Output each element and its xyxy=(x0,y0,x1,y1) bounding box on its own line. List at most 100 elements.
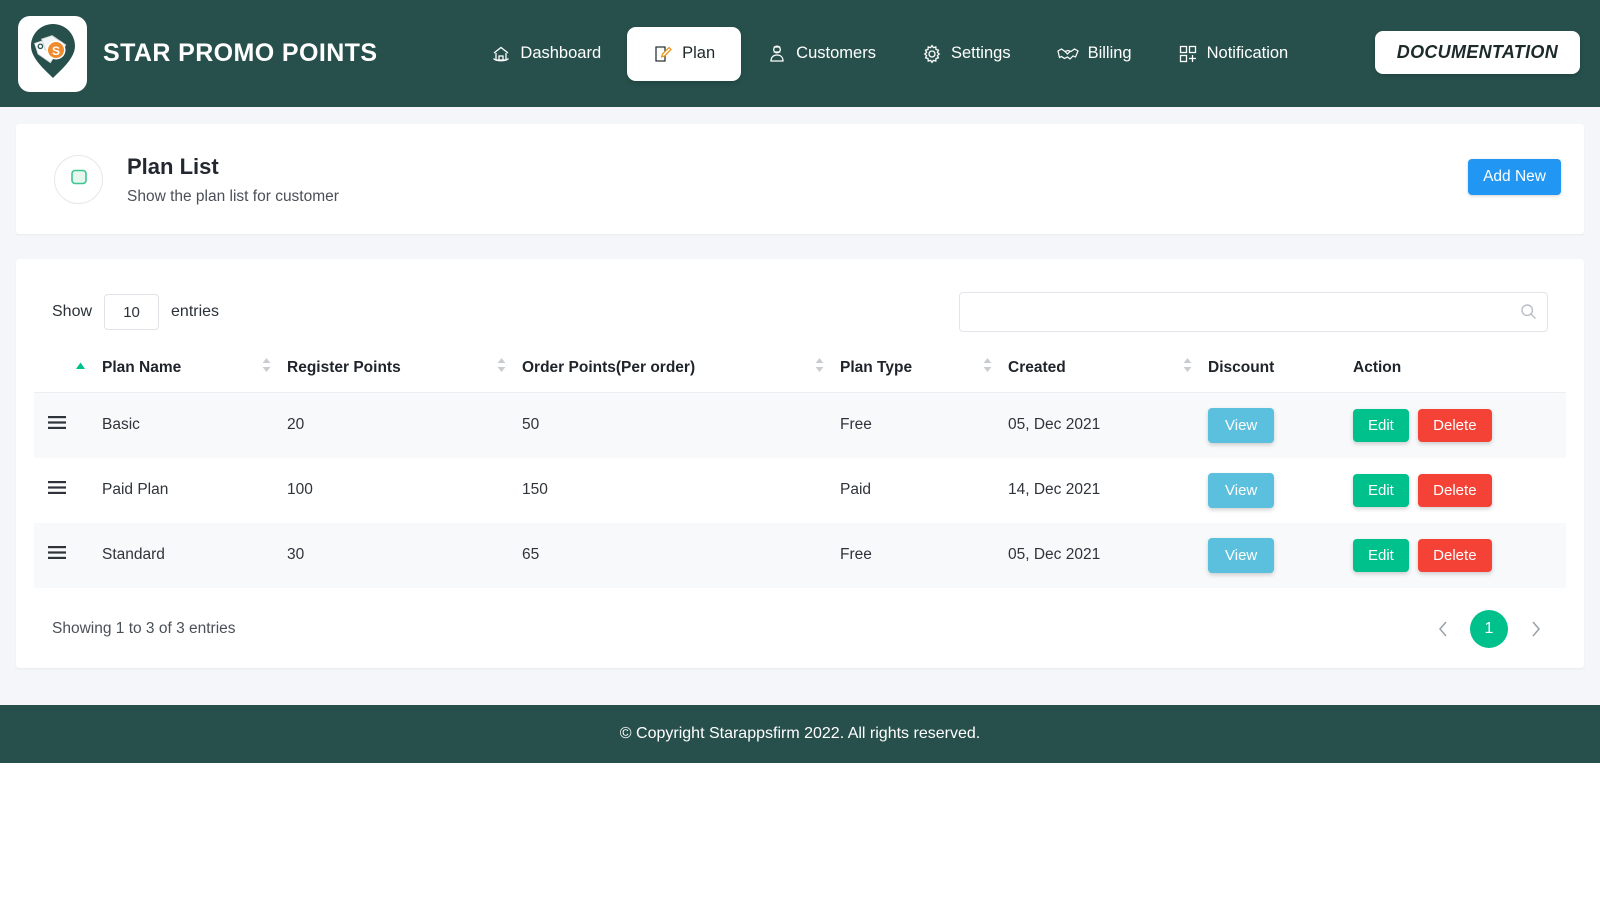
brand[interactable]: S STAR PROMO POINTS xyxy=(18,15,377,92)
row-drag-handle[interactable] xyxy=(34,523,94,588)
column-label-register-points: Register Points xyxy=(287,358,401,376)
column-label-plan-type: Plan Type xyxy=(840,358,913,376)
show-label: Show xyxy=(52,303,93,320)
nav-label-notification: Notification xyxy=(1206,44,1289,62)
copyright-text: © Copyright Starappsfirm 2022. All right… xyxy=(619,725,981,742)
top-navigation-bar: S STAR PROMO POINTS Dashboard Plan Custo… xyxy=(0,0,1600,107)
chevron-right-icon[interactable] xyxy=(1522,616,1548,642)
edit-button[interactable]: Edit xyxy=(1353,538,1409,572)
page-header-text: Plan List Show the plan list for custome… xyxy=(127,152,339,207)
column-label-discount: Discount xyxy=(1208,358,1275,376)
plan-table-card: Show entries xyxy=(16,259,1584,668)
sort-both-icon xyxy=(497,357,506,378)
nav-label-settings: Settings xyxy=(950,44,1011,62)
view-discount-button[interactable]: View xyxy=(1208,407,1275,443)
chevron-left-icon[interactable] xyxy=(1430,616,1456,642)
gear-icon xyxy=(922,43,942,64)
add-new-button[interactable]: Add New xyxy=(1468,159,1561,195)
table-toolbar: Show entries xyxy=(34,283,1566,341)
cell-order-points: 150 xyxy=(522,481,548,498)
column-header-action: Action xyxy=(1345,346,1566,393)
column-header-register-points[interactable]: Register Points xyxy=(279,346,514,393)
show-entries-control: Show entries xyxy=(52,294,219,330)
edit-button[interactable]: Edit xyxy=(1353,473,1409,507)
sort-asc-active-icon xyxy=(75,359,86,377)
rounded-square-icon xyxy=(68,166,90,193)
column-header-created[interactable]: Created xyxy=(1000,346,1200,393)
cell-discount: View xyxy=(1200,393,1345,458)
dashboard-home-icon xyxy=(491,44,511,64)
pagination: 1 xyxy=(1430,609,1548,648)
app-logo-tile: S xyxy=(18,15,87,92)
column-header-plan-type[interactable]: Plan Type xyxy=(832,346,1000,393)
nav-item-billing[interactable]: Billing xyxy=(1037,33,1152,74)
page-bottom-spacer xyxy=(0,763,1600,900)
customers-person-icon xyxy=(767,44,787,64)
column-header-plan-name[interactable]: Plan Name xyxy=(94,346,279,393)
cell-plan-name: Basic xyxy=(102,416,140,434)
nav-label-dashboard: Dashboard xyxy=(520,44,602,62)
sort-both-icon xyxy=(262,357,271,378)
cell-action: Edit Delete xyxy=(1345,458,1566,523)
sort-both-icon xyxy=(983,357,992,378)
delete-button[interactable]: Delete xyxy=(1418,538,1492,572)
cell-plan-type: Free xyxy=(840,416,872,434)
cell-order-points: 65 xyxy=(522,546,540,563)
plan-table-head: Plan Name Register Points Order Points(P… xyxy=(34,346,1566,393)
column-header-handle[interactable] xyxy=(34,346,94,393)
view-discount-button[interactable]: View xyxy=(1208,472,1275,508)
column-header-order-points[interactable]: Order Points(Per order) xyxy=(514,346,832,393)
table-row: Paid Plan 100 150 Paid 14, Dec 2021 View… xyxy=(34,457,1566,523)
column-label-plan-name: Plan Name xyxy=(102,358,182,376)
edit-button[interactable]: Edit xyxy=(1353,408,1409,442)
column-label-order-points: Order Points(Per order) xyxy=(522,358,696,376)
table-row: Basic 20 50 Free 05, Dec 2021 View Edit … xyxy=(34,392,1566,458)
search-container xyxy=(959,292,1548,332)
table-row: Standard 30 65 Free 05, Dec 2021 View Ed… xyxy=(34,522,1566,588)
page-header-icon-circle xyxy=(54,154,103,204)
nav-item-notification[interactable]: Notification xyxy=(1158,33,1309,75)
sort-both-icon xyxy=(1183,357,1192,378)
sort-both-icon xyxy=(815,357,824,378)
main-content: Plan List Show the plan list for custome… xyxy=(0,107,1600,705)
page-header-card: Plan List Show the plan list for custome… xyxy=(16,124,1584,234)
cell-plan-name: Standard xyxy=(102,546,165,563)
cell-action: Edit Delete xyxy=(1345,523,1566,588)
nav-label-billing: Billing xyxy=(1087,44,1132,62)
nav-label-customers: Customers xyxy=(796,44,876,62)
page-title: Plan List xyxy=(127,153,219,179)
delete-button[interactable]: Delete xyxy=(1418,408,1492,442)
cell-plan-type: Paid xyxy=(840,481,872,498)
cell-order-points: 50 xyxy=(522,416,540,434)
plan-table: Plan Name Register Points Order Points(P… xyxy=(34,346,1566,588)
column-label-created: Created xyxy=(1008,358,1066,376)
page-number-1[interactable]: 1 xyxy=(1470,609,1508,648)
plan-table-body: Basic 20 50 Free 05, Dec 2021 View Edit … xyxy=(34,392,1566,588)
cell-action: Edit Delete xyxy=(1345,393,1566,458)
search-input[interactable] xyxy=(959,292,1548,332)
cell-plan-name: Paid Plan xyxy=(102,481,169,498)
delete-button[interactable]: Delete xyxy=(1418,473,1492,507)
cell-register-points: 100 xyxy=(287,481,313,498)
documentation-button[interactable]: DOCUMENTATION xyxy=(1374,31,1580,74)
nav-item-plan[interactable]: Plan xyxy=(627,26,742,81)
edit-square-icon xyxy=(653,44,673,64)
cell-created: 14, Dec 2021 xyxy=(1008,481,1101,498)
column-header-discount: Discount xyxy=(1200,346,1345,393)
cell-created: 05, Dec 2021 xyxy=(1008,416,1101,434)
table-footer: Showing 1 to 3 of 3 entries 1 xyxy=(34,588,1566,654)
entries-label: entries xyxy=(171,303,220,320)
cell-discount: View xyxy=(1200,523,1345,588)
price-tag-pin-dollar-logo-icon: S xyxy=(27,22,79,85)
nav-item-customers[interactable]: Customers xyxy=(747,33,896,75)
view-discount-button[interactable]: View xyxy=(1208,537,1275,573)
entries-per-page-input[interactable] xyxy=(104,294,160,330)
nav-item-settings[interactable]: Settings xyxy=(902,33,1031,75)
row-drag-handle[interactable] xyxy=(34,458,94,523)
handshake-icon xyxy=(1056,45,1079,63)
nav-item-dashboard[interactable]: Dashboard xyxy=(471,33,621,75)
cell-discount: View xyxy=(1200,458,1345,523)
row-drag-handle[interactable] xyxy=(34,393,94,458)
table-header-row: Plan Name Register Points Order Points(P… xyxy=(34,346,1566,393)
cell-created: 05, Dec 2021 xyxy=(1008,546,1101,563)
